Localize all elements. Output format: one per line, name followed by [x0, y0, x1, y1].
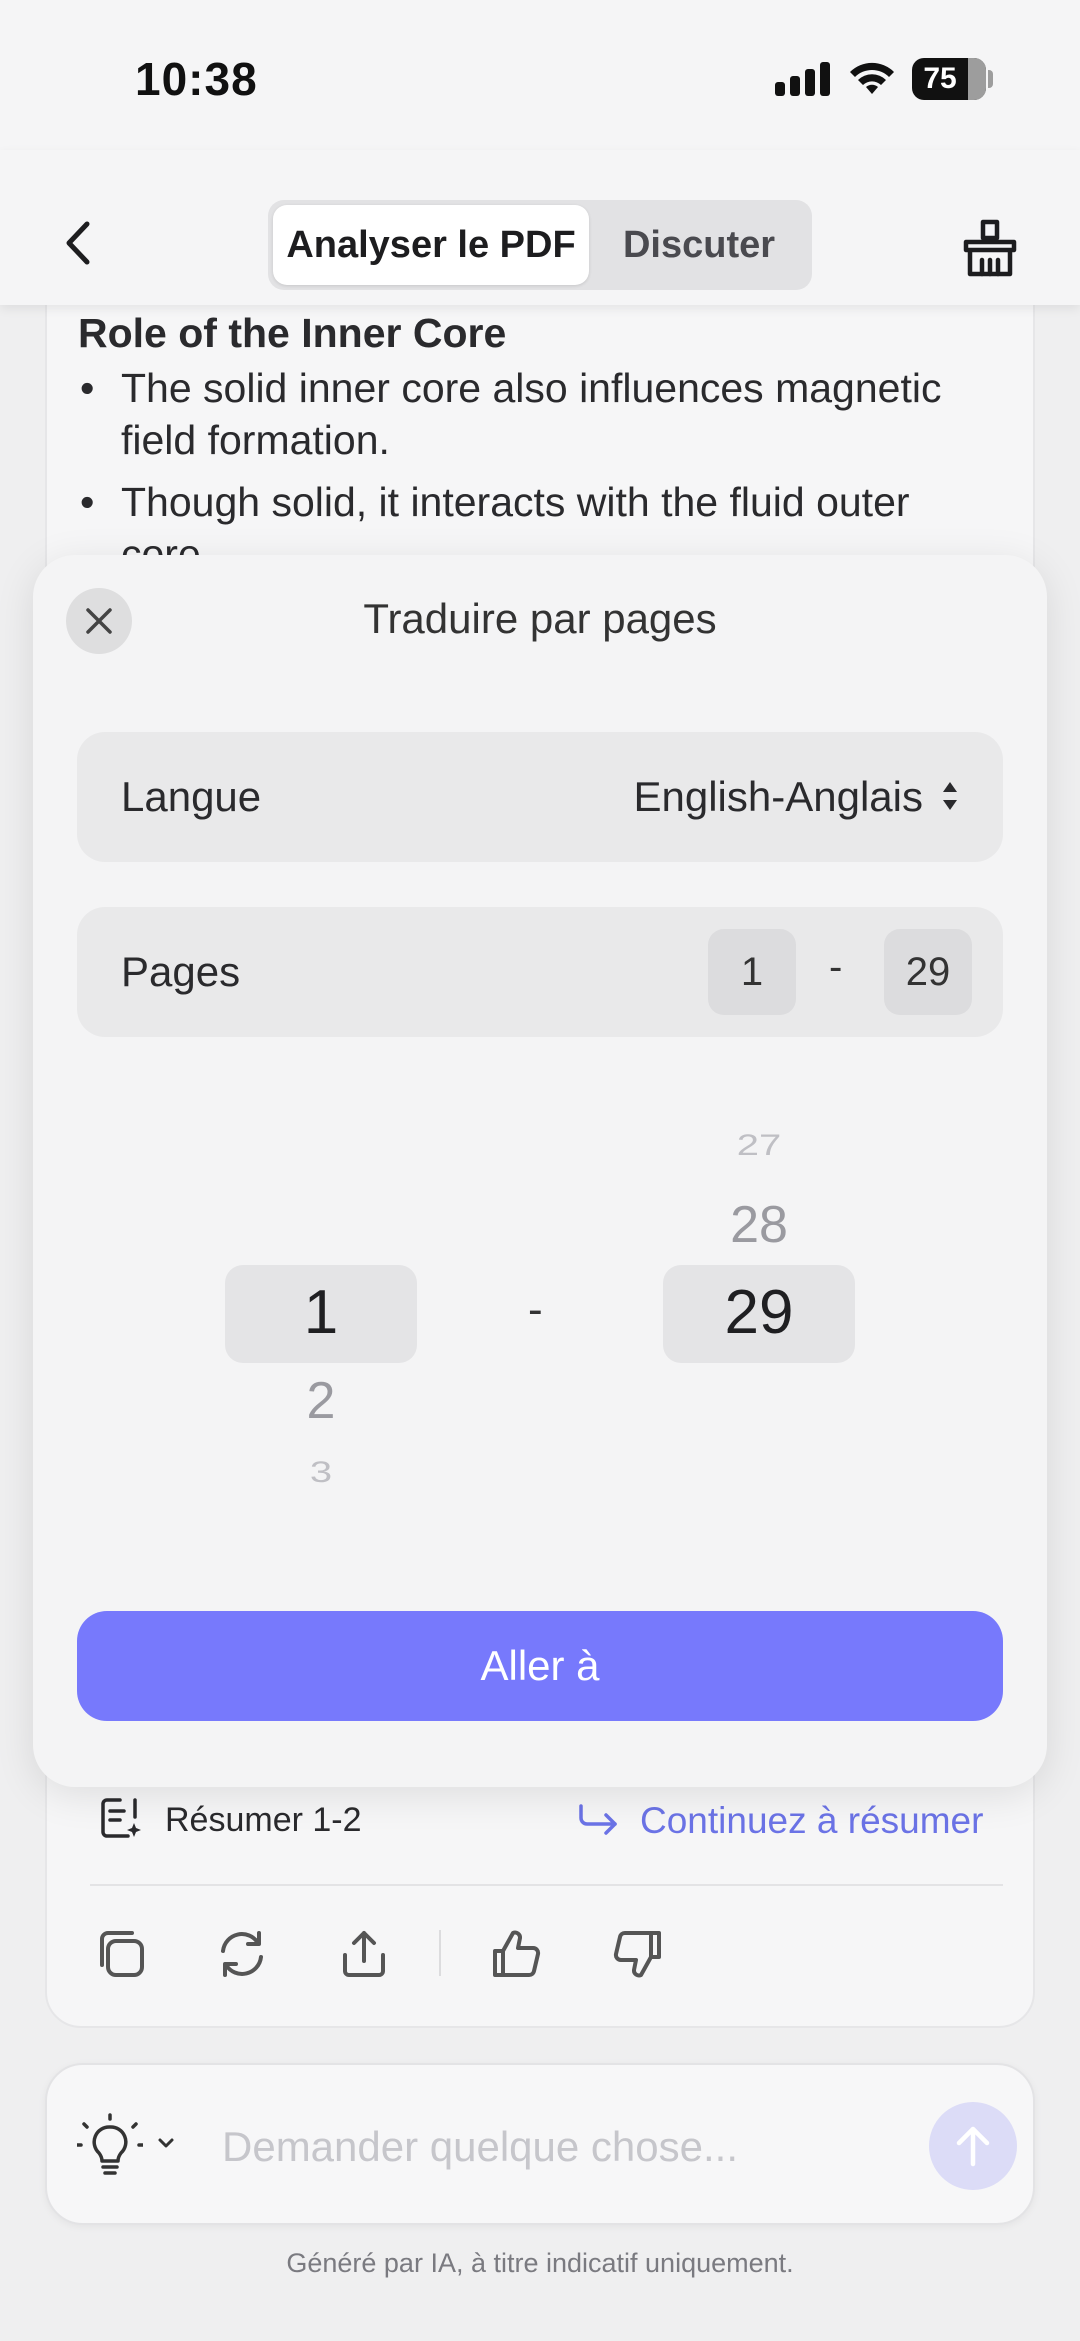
battery-icon: 75 — [912, 58, 986, 100]
back-button[interactable] — [50, 210, 106, 276]
ai-disclaimer: Généré par IA, à titre indicatif uniquem… — [286, 2248, 794, 2278]
summarize-icon — [101, 1798, 141, 1838]
top-navigation: Analyser le PDF Discuter — [0, 150, 1080, 305]
regenerate-button[interactable] — [210, 1922, 274, 1986]
lightbulb-icon[interactable] — [77, 2113, 143, 2179]
mode-segmented-control: Analyser le PDF Discuter — [268, 200, 812, 290]
go-to-button[interactable]: Aller à — [77, 1611, 1003, 1721]
summarize-range-button[interactable]: Résumer 1-2 — [165, 1801, 362, 1840]
share-icon — [343, 1931, 385, 1977]
dislike-button[interactable] — [606, 1922, 670, 1986]
copy-icon — [100, 1931, 144, 1977]
status-bar: 10:38 75 — [0, 0, 1080, 150]
wifi-icon — [850, 62, 894, 94]
chevron-left-icon — [66, 221, 90, 265]
battery-tip — [988, 70, 993, 88]
bullet-dot: • — [80, 479, 95, 525]
battery-level: 75 — [923, 62, 957, 95]
bullet-text: The solid inner core also influences mag… — [121, 365, 942, 463]
language-row[interactable]: Langue English-Anglais — [77, 732, 1003, 862]
tab-discuter[interactable]: Discuter — [590, 205, 808, 285]
translate-pages-sheet: Traduire par pages Langue English-Anglai… — [33, 555, 1047, 1787]
tab-analyser-pdf[interactable]: Analyser le PDF — [273, 205, 589, 285]
broom-basket-icon — [963, 219, 1017, 277]
picker-to-option[interactable]: 28 — [663, 1195, 855, 1255]
send-button[interactable] — [929, 2102, 1017, 2190]
page-from-field[interactable]: 1 — [708, 929, 796, 1015]
chevron-up-down-icon — [943, 782, 957, 810]
cellular-signal-icon — [775, 62, 830, 96]
language-label: Langue — [121, 773, 262, 820]
picker-to-option[interactable]: 27 — [663, 1129, 855, 1163]
divider — [90, 1884, 1003, 1886]
copy-button[interactable] — [89, 1922, 153, 1986]
picker-to-selected[interactable]: 29 — [663, 1277, 855, 1348]
refresh-icon — [221, 1931, 263, 1977]
pages-row: Pages 1 - 29 — [77, 907, 1003, 1037]
pages-label: Pages — [121, 948, 241, 995]
document-heading: Role of the Inner Core — [78, 310, 507, 356]
picker-from-selected[interactable]: 1 — [225, 1277, 417, 1348]
chevron-down-icon[interactable] — [157, 2137, 175, 2149]
ask-input[interactable] — [222, 2117, 782, 2177]
chat-input-bar — [45, 2063, 1035, 2225]
like-button[interactable] — [484, 1922, 548, 1986]
bullet-dot: • — [80, 365, 95, 411]
thumbs-up-icon — [493, 1930, 541, 1977]
picker-separator: - — [528, 1285, 543, 1334]
language-select-value[interactable]: English-Anglais — [634, 773, 924, 821]
thumbs-down-icon — [613, 1931, 661, 1978]
continue-summarize-link[interactable]: Continuez à résumer — [640, 1800, 983, 1842]
arrow-up-icon — [956, 2126, 990, 2167]
forward-arrow-icon — [579, 1804, 617, 1835]
action-separator — [439, 1930, 441, 1976]
picker-from-option[interactable]: 2 — [225, 1371, 417, 1431]
list-item: • The solid inner core also influences m… — [78, 362, 998, 466]
page-range-separator: - — [829, 945, 843, 989]
page-to-field[interactable]: 29 — [884, 929, 972, 1015]
sheet-title: Traduire par pages — [363, 595, 717, 642]
share-button[interactable] — [332, 1922, 396, 1986]
clear-history-button[interactable] — [956, 212, 1024, 282]
picker-from-option[interactable]: 3 — [225, 1456, 417, 1490]
status-time: 10:38 — [135, 53, 258, 105]
